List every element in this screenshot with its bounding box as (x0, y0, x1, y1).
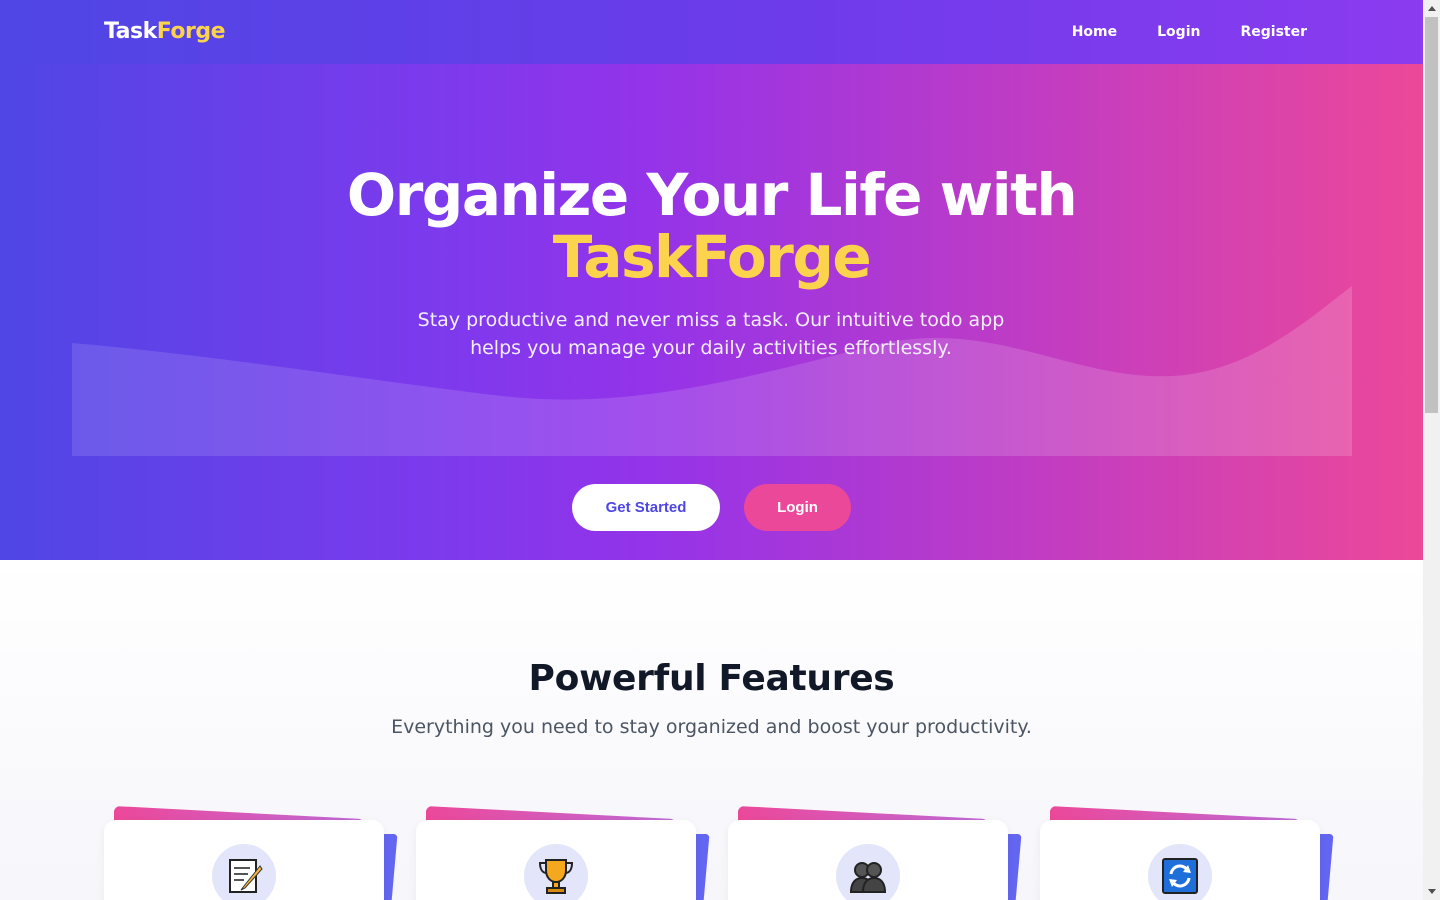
features-section: Powerful Features Everything you need to… (0, 560, 1423, 900)
feature-card-1 (104, 806, 398, 900)
memo-icon (212, 844, 276, 900)
vertical-scrollbar[interactable] (1423, 0, 1440, 900)
hero-subtitle: Stay productive and never miss a task. O… (417, 309, 1005, 359)
feature-card-body (416, 820, 696, 900)
feature-card-body (1040, 820, 1320, 900)
feature-card-3 (728, 806, 1022, 900)
scroll-up-arrow-icon[interactable] (1423, 0, 1440, 17)
hero-title-line1: Organize Your Life with (346, 161, 1078, 229)
scrollbar-thumb[interactable] (1425, 17, 1438, 413)
hero-section: Organize Your Life with TaskForge Stay p… (0, 64, 1423, 560)
logo-text-accent: Forge (156, 19, 226, 44)
feature-card-body (728, 820, 1008, 900)
hero-login-button[interactable]: Login (744, 484, 851, 531)
logo[interactable]: TaskForge (104, 19, 226, 44)
get-started-button[interactable]: Get Started (572, 484, 720, 531)
people-icon (836, 844, 900, 900)
nav-links: Home Login Register (1072, 24, 1307, 40)
scroll-down-arrow-icon[interactable] (1423, 883, 1440, 900)
features-title: Powerful Features (528, 658, 895, 699)
hero-title-brand: TaskForge (552, 223, 872, 291)
nav-link-login[interactable]: Login (1157, 24, 1200, 40)
trophy-icon (524, 844, 588, 900)
logo-text-main: Task (104, 19, 157, 44)
refresh-icon (1148, 844, 1212, 900)
feature-card-body (104, 820, 384, 900)
feature-card-2 (416, 806, 710, 900)
features-subtitle: Everything you need to stay organized an… (391, 716, 1032, 738)
nav-link-home[interactable]: Home (1072, 24, 1117, 40)
navbar: TaskForge Home Login Register (0, 0, 1423, 64)
hero-title: Organize Your Life with TaskForge (0, 164, 1423, 288)
feature-card-4 (1040, 806, 1334, 900)
page: TaskForge Home Login Register Organize Y… (0, 0, 1423, 900)
nav-link-register[interactable]: Register (1240, 24, 1307, 40)
